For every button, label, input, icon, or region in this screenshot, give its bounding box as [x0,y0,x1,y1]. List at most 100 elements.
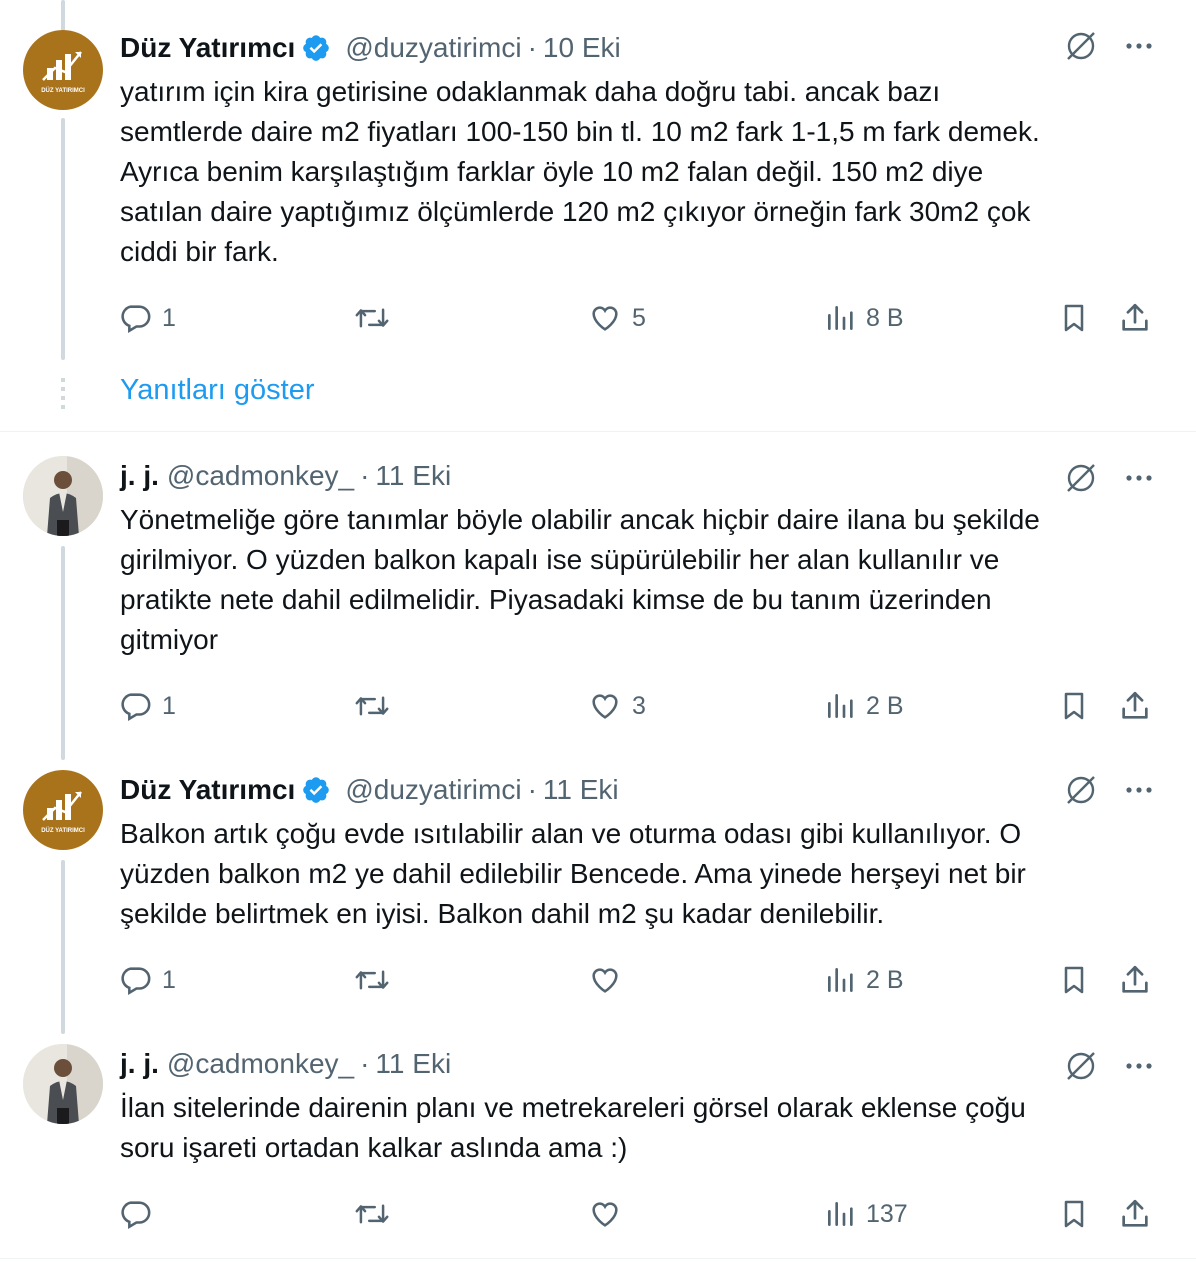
tweet-actions: 1 3 2 B [118,686,1158,726]
reply-count: 1 [162,303,176,332]
bookmark-button[interactable] [1058,1194,1090,1234]
tweet-text: İlan sitelerinde dairenin planı ve metre… [120,1092,1026,1163]
like-button[interactable]: 3 [588,686,646,726]
svg-text:DÜZ YATIRIMCI: DÜZ YATIRIMCI [41,827,85,834]
grok-icon[interactable] [1064,461,1098,500]
like-button[interactable] [588,1194,632,1234]
views-icon [828,694,853,718]
views-count: 137 [866,1199,908,1228]
like-icon [592,1202,618,1227]
views-icon [828,1202,853,1226]
share-button[interactable] [1118,298,1152,338]
share-button[interactable] [1118,1194,1152,1234]
avatar[interactable]: DÜZ YATIRIMCI [23,30,103,110]
grok-icon[interactable] [1064,773,1098,812]
avatar[interactable] [23,456,103,536]
share-icon [1122,303,1148,331]
reply-count: 1 [162,691,176,720]
thread-line [61,860,65,1034]
user-handle[interactable]: @duzyatirimci [345,774,521,806]
more-icon[interactable] [1122,773,1156,812]
tweet-date[interactable]: 10 Eki [543,32,621,64]
avatar[interactable]: DÜZ YATIRIMCI [23,770,103,850]
like-count: 3 [632,691,646,720]
more-icon[interactable] [1122,461,1156,500]
bookmark-button[interactable] [1058,686,1090,726]
bookmark-icon [1064,304,1084,332]
reply-icon [121,693,151,722]
tweet-date[interactable]: 11 Eki [375,1048,451,1080]
reply-icon [121,305,151,334]
bookmark-icon [1064,692,1084,720]
reply-button[interactable] [118,1194,162,1234]
svg-text:DÜZ YATIRIMCI: DÜZ YATIRIMCI [41,87,85,94]
views-button[interactable]: 2 B [824,960,904,1000]
tweet-text: yatırım için kira getirisine odaklanmak … [120,76,1040,267]
more-icon[interactable] [1122,1049,1156,1088]
display-name[interactable]: j. j. [120,1048,159,1080]
tweet-top-actions [1064,460,1156,500]
like-count: 5 [632,303,646,332]
reply-icon [121,1201,151,1230]
grok-icon[interactable] [1064,29,1098,68]
user-handle[interactable]: @cadmonkey_ [167,460,354,492]
tweet-top-actions [1064,1048,1156,1088]
views-icon [828,968,853,992]
thread-gap-dots [61,378,65,412]
repost-button[interactable] [354,960,400,1000]
show-replies-link[interactable]: Yanıtları göster [120,374,315,407]
user-handle[interactable]: @duzyatirimci [345,32,521,64]
like-icon [592,694,618,719]
repost-icon [355,308,389,328]
bookmark-button[interactable] [1058,298,1090,338]
views-button[interactable]: 137 [824,1194,908,1234]
views-count: 2 B [866,691,904,720]
share-icon [1122,965,1148,993]
reply-button[interactable]: 1 [118,298,176,338]
grok-icon[interactable] [1064,1049,1098,1088]
divider [0,431,1196,432]
tweet-header: Düz Yatırımcı @duzyatirimci · 10 Eki [120,32,621,64]
tweet-date[interactable]: 11 Eki [543,774,619,806]
user-photo-icon [23,456,103,536]
repost-button[interactable] [354,298,400,338]
views-icon [828,306,853,330]
display-name[interactable]: j. j. [120,460,159,492]
share-button[interactable] [1118,686,1152,726]
repost-button[interactable] [354,1194,400,1234]
views-button[interactable]: 2 B [824,686,904,726]
tweet-text: Balkon artık çoğu evde ısıtılabilir alan… [120,818,1026,929]
user-handle[interactable]: @cadmonkey_ [167,1048,354,1080]
avatar[interactable] [23,1044,103,1124]
like-button[interactable]: 5 [588,298,646,338]
tweet-top-actions [1064,772,1156,812]
reply-icon [121,967,151,996]
verified-badge-icon [301,33,331,63]
divider [0,1258,1196,1259]
tweet-date[interactable]: 11 Eki [375,460,451,492]
thread-line [61,546,65,760]
thread-line [61,118,65,360]
more-icon[interactable] [1122,29,1156,68]
bookmark-button[interactable] [1058,960,1090,1000]
tweet-header: Düz Yatırımcı @duzyatirimci · 11 Eki [120,774,619,806]
views-count: 8 B [866,303,904,332]
like-button[interactable] [588,960,632,1000]
reply-button[interactable]: 1 [118,960,176,1000]
repost-icon [355,696,389,716]
duz-yatirimci-logo-icon: DÜZ YATIRIMCI [41,51,85,94]
display-name[interactable]: Düz Yatırımcı [120,774,295,806]
repost-button[interactable] [354,686,400,726]
display-name[interactable]: Düz Yatırımcı [120,32,295,64]
tweet-actions: 137 [118,1194,1158,1234]
bookmark-icon [1064,966,1084,994]
tweet-actions: 1 5 8 B [118,298,1158,338]
views-button[interactable]: 8 B [824,298,904,338]
verified-badge-icon [301,775,331,805]
share-icon [1122,691,1148,719]
reply-count: 1 [162,965,176,994]
views-count: 2 B [866,965,904,994]
reply-button[interactable]: 1 [118,686,176,726]
repost-icon [355,970,389,990]
share-button[interactable] [1118,960,1152,1000]
